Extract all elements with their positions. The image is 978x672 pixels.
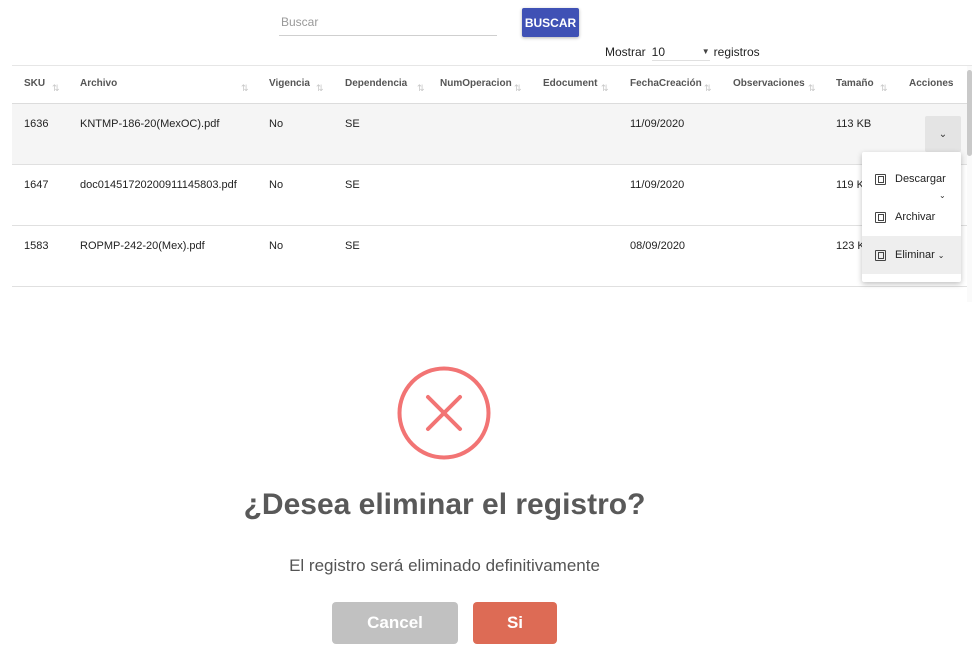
- column-header-archivo[interactable]: Archivo: [80, 78, 117, 89]
- column-header-vigencia[interactable]: Vigencia: [269, 78, 310, 89]
- archive-icon: [875, 211, 886, 223]
- menu-item-descargar[interactable]: Descargar: [862, 160, 961, 198]
- menu-item-eliminar[interactable]: Eliminar ⌄: [862, 236, 961, 274]
- sort-icon[interactable]: ⇅: [241, 83, 249, 94]
- sort-icon[interactable]: ⇅: [808, 83, 816, 94]
- confirm-button[interactable]: Si: [473, 602, 557, 644]
- cell-dependencia: SE: [345, 240, 360, 252]
- cell-archivo: ROPMP-242-20(Mex).pdf: [80, 240, 205, 252]
- cell-vigencia: No: [269, 240, 284, 252]
- table-row[interactable]: 1647 doc01451720200911145803.pdf No SE 1…: [12, 165, 972, 226]
- delete-icon: [875, 249, 886, 261]
- page-size-control: Mostrar 10 ▼ registros: [605, 43, 760, 61]
- sort-icon[interactable]: ⇅: [316, 83, 324, 94]
- actions-menu: Descargar Archivar Eliminar ⌄: [862, 152, 961, 282]
- column-header-fechacreacion[interactable]: FechaCreación: [630, 78, 702, 89]
- scrollbar-thumb[interactable]: [967, 70, 972, 156]
- error-x-icon: [397, 366, 491, 460]
- search-button[interactable]: BUSCAR: [522, 8, 579, 37]
- column-header-numoperacion[interactable]: NumOperacion: [440, 78, 512, 89]
- cancel-button[interactable]: Cancel: [332, 602, 458, 644]
- cell-archivo: KNTMP-186-20(MexOC).pdf: [80, 118, 220, 130]
- column-header-acciones: Acciones: [909, 78, 954, 89]
- cell-fecha: 11/09/2020: [630, 179, 685, 191]
- show-label: Mostrar: [605, 45, 646, 59]
- cell-fecha: 08/09/2020: [630, 240, 686, 252]
- cell-dependencia: SE: [345, 179, 360, 191]
- cell-sku: 1647: [24, 179, 49, 191]
- column-header-tamano[interactable]: Tamaño: [836, 78, 874, 89]
- sort-icon[interactable]: ⇅: [514, 83, 522, 94]
- cell-sku: 1636: [24, 118, 49, 130]
- records-label: registros: [713, 45, 760, 59]
- sort-icon[interactable]: ⇅: [417, 83, 425, 94]
- copy-icon: [875, 173, 886, 185]
- column-header-dependencia[interactable]: Dependencia: [345, 78, 407, 89]
- sort-icon[interactable]: ⇅: [704, 83, 712, 94]
- menu-item-label: Eliminar: [895, 249, 935, 261]
- confirm-dialog: ¿Desea eliminar el registro? El registro…: [0, 302, 978, 672]
- dialog-title: ¿Desea eliminar el registro?: [243, 488, 646, 521]
- page-size-value: 10: [651, 44, 666, 59]
- column-header-sku[interactable]: SKU: [24, 78, 45, 89]
- sort-icon[interactable]: ⇅: [880, 83, 888, 94]
- column-header-edocument[interactable]: Edocument: [543, 78, 597, 89]
- cell-vigencia: No: [269, 179, 284, 191]
- chevron-down-icon: ⌄: [938, 128, 948, 140]
- menu-item-label: Archivar: [895, 211, 936, 223]
- cell-tamano: 113 KB: [836, 118, 872, 130]
- actions-toggle-button[interactable]: ⌄: [925, 116, 961, 152]
- sort-icon[interactable]: ⇅: [52, 83, 60, 94]
- search-input[interactable]: [279, 8, 497, 35]
- page-size-select[interactable]: 10 ▼: [651, 43, 710, 61]
- cell-fecha: 11/09/2020: [630, 118, 685, 130]
- dialog-message: El registro será eliminado definitivamen…: [289, 556, 600, 575]
- cell-sku: 1583: [24, 240, 49, 252]
- menu-item-archivar[interactable]: Archivar: [862, 198, 961, 236]
- table-row[interactable]: 1583 ROPMP-242-20(Mex).pdf No SE 08/09/2…: [12, 226, 972, 287]
- column-header-observaciones[interactable]: Observaciones: [733, 78, 805, 89]
- chevron-down-icon: ⌄: [939, 191, 946, 200]
- cell-vigencia: No: [269, 118, 284, 130]
- search-field[interactable]: [279, 8, 497, 36]
- records-table: SKU ⇅ Archivo ⇅ Vigencia ⇅ Dependencia ⇅…: [12, 65, 972, 302]
- cell-dependencia: SE: [345, 118, 360, 130]
- chevron-down-icon: ⌄: [937, 250, 945, 260]
- sort-icon[interactable]: ⇅: [601, 83, 609, 94]
- table-scrollbar[interactable]: [967, 66, 972, 302]
- caret-down-icon: ▼: [701, 47, 710, 56]
- table-header: SKU ⇅ Archivo ⇅ Vigencia ⇅ Dependencia ⇅…: [12, 66, 972, 104]
- menu-item-label: Descargar: [895, 173, 946, 185]
- table-row[interactable]: [12, 287, 972, 302]
- table-row[interactable]: 1636 KNTMP-186-20(MexOC).pdf No SE 11/09…: [12, 104, 972, 165]
- cell-archivo: doc01451720200911145803.pdf: [80, 179, 237, 191]
